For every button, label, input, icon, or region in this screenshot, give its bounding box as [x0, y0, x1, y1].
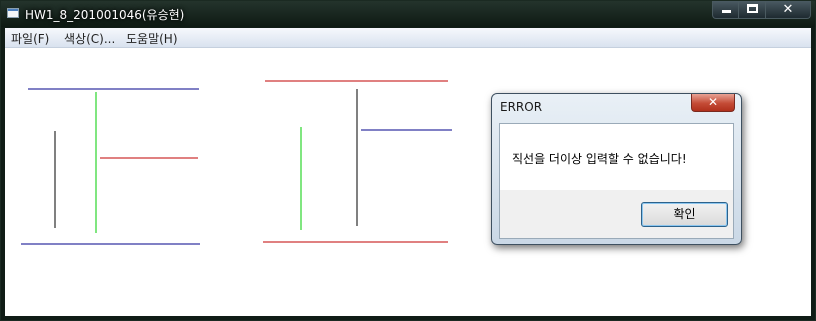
- maximize-button[interactable]: [739, 1, 766, 19]
- close-icon: ✕: [707, 95, 719, 109]
- title-bar[interactable]: HW1_8_201001046(유승현) ✕: [1, 1, 815, 27]
- menu-bar: 파일(F) 색상(C)... 도움말(H): [5, 28, 811, 48]
- dialog-body: 직선을 더이상 입력할 수 없습니다! 확인: [499, 123, 734, 239]
- error-dialog: ERROR ✕ 직선을 더이상 입력할 수 없습니다! 확인: [491, 93, 742, 245]
- dialog-message: 직선을 더이상 입력할 수 없습니다!: [512, 152, 687, 166]
- minimize-button[interactable]: [712, 1, 739, 19]
- menu-help[interactable]: 도움말(H): [126, 30, 178, 47]
- app-window-icon[interactable]: [7, 8, 19, 18]
- ok-button[interactable]: 확인: [641, 202, 728, 227]
- menu-color[interactable]: 색상(C)...: [64, 30, 115, 47]
- caption-buttons: ✕: [712, 1, 811, 19]
- minimize-icon: [722, 10, 731, 13]
- dialog-title: ERROR: [500, 100, 543, 114]
- maximize-icon: [747, 4, 758, 13]
- window-title: HW1_8_201001046(유승현): [25, 8, 185, 22]
- dialog-close-button[interactable]: ✕: [691, 94, 735, 112]
- dialog-message-area: 직선을 더이상 입력할 수 없습니다!: [500, 124, 733, 190]
- close-icon: ✕: [782, 2, 794, 17]
- close-button[interactable]: ✕: [766, 1, 811, 19]
- menu-file[interactable]: 파일(F): [11, 30, 49, 47]
